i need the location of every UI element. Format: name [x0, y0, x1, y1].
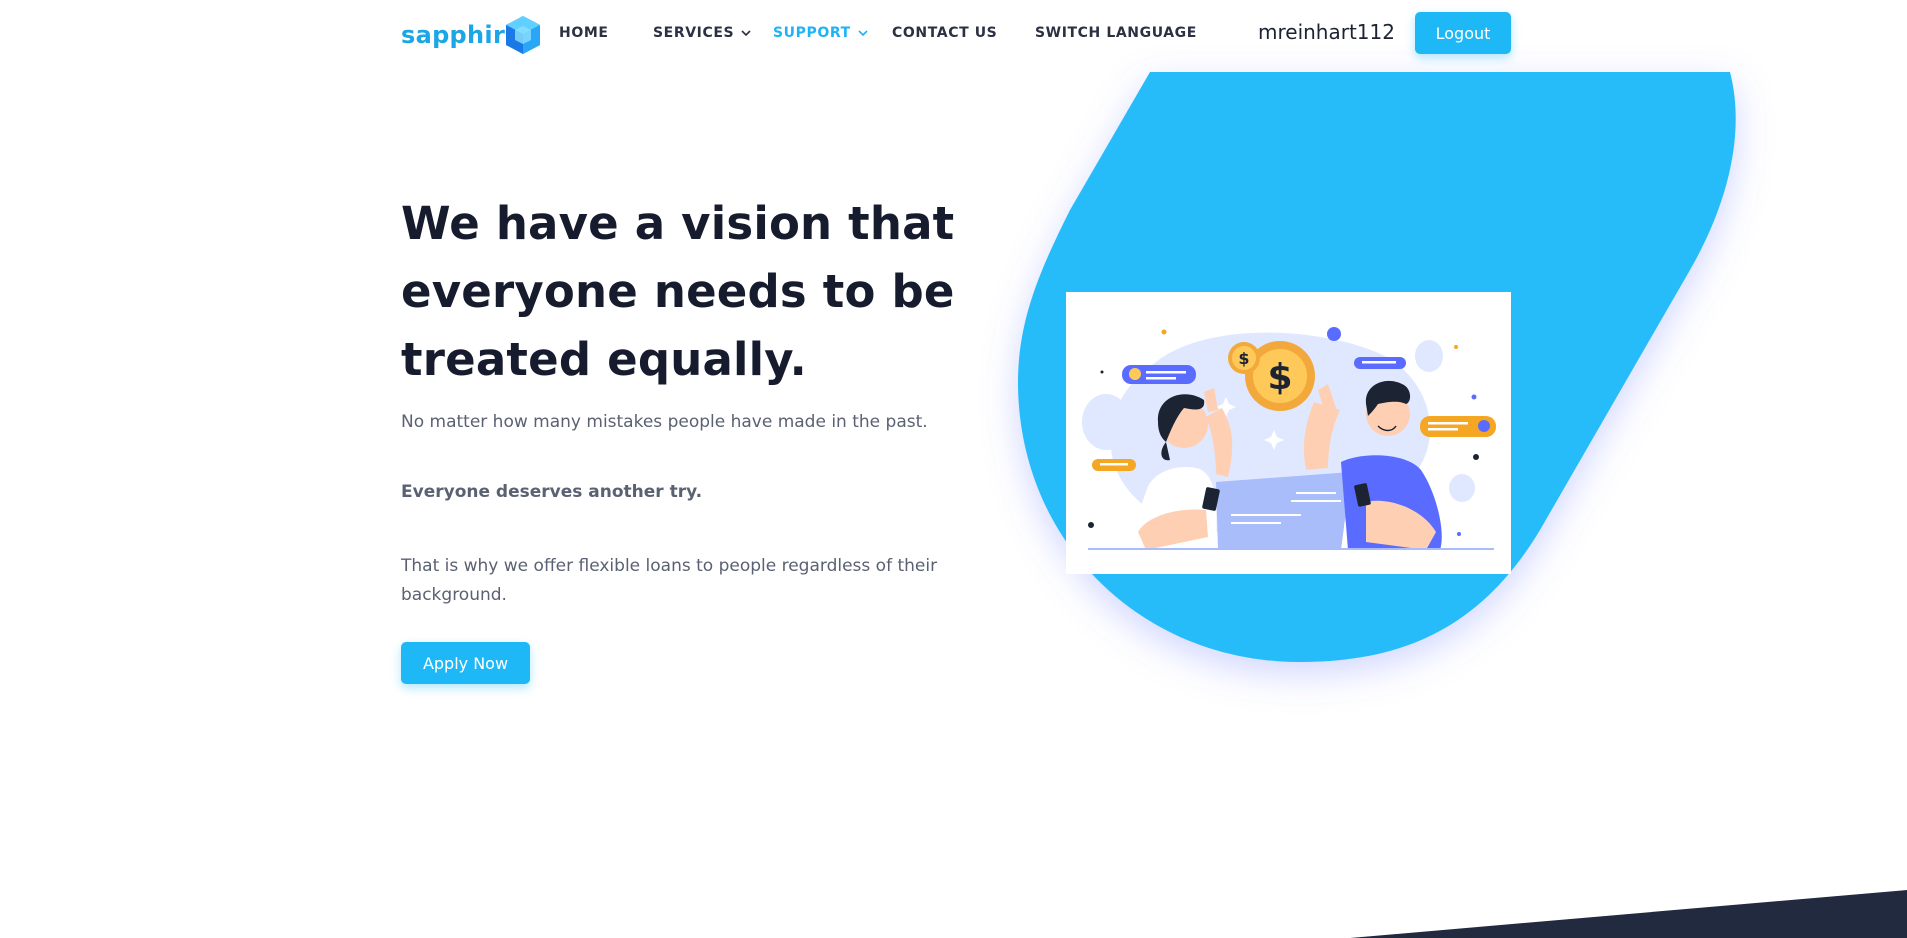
- nav-switch-language[interactable]: SWITCH LANGUAGE: [1035, 25, 1197, 41]
- nav-services-label: SERVICES: [653, 25, 735, 41]
- nav-home-label: HOME: [559, 25, 609, 41]
- people-money-illustration: $ $: [1082, 327, 1496, 550]
- nav-support[interactable]: SUPPORT: [773, 25, 869, 41]
- nav-contact[interactable]: CONTACT US: [892, 25, 997, 41]
- hexagon-gem-icon: [506, 16, 541, 54]
- nav-language-label: SWITCH LANGUAGE: [1035, 25, 1197, 41]
- username-label: mreinhart112: [1258, 20, 1395, 44]
- nav-support-label: SUPPORT: [773, 25, 851, 41]
- nav-contact-label: CONTACT US: [892, 25, 998, 41]
- brand-logo[interactable]: sapphir: [401, 14, 543, 56]
- logout-button[interactable]: Logout: [1415, 12, 1511, 54]
- top-navbar: sapphir HOME SERVICES SUPPORT CONTACT US…: [0, 0, 1907, 72]
- hero-illustration: $ $: [1066, 292, 1511, 574]
- chevron-down-icon: [858, 30, 868, 37]
- nav-services[interactable]: SERVICES: [653, 25, 752, 41]
- nav-home[interactable]: HOME: [559, 25, 609, 41]
- brand-name: sapphir: [401, 21, 506, 49]
- coin-dollar-large: $: [1267, 357, 1292, 398]
- footer-corner-shape: [1350, 890, 1907, 938]
- chevron-down-icon: [741, 30, 751, 37]
- coin-dollar-small: $: [1238, 349, 1249, 368]
